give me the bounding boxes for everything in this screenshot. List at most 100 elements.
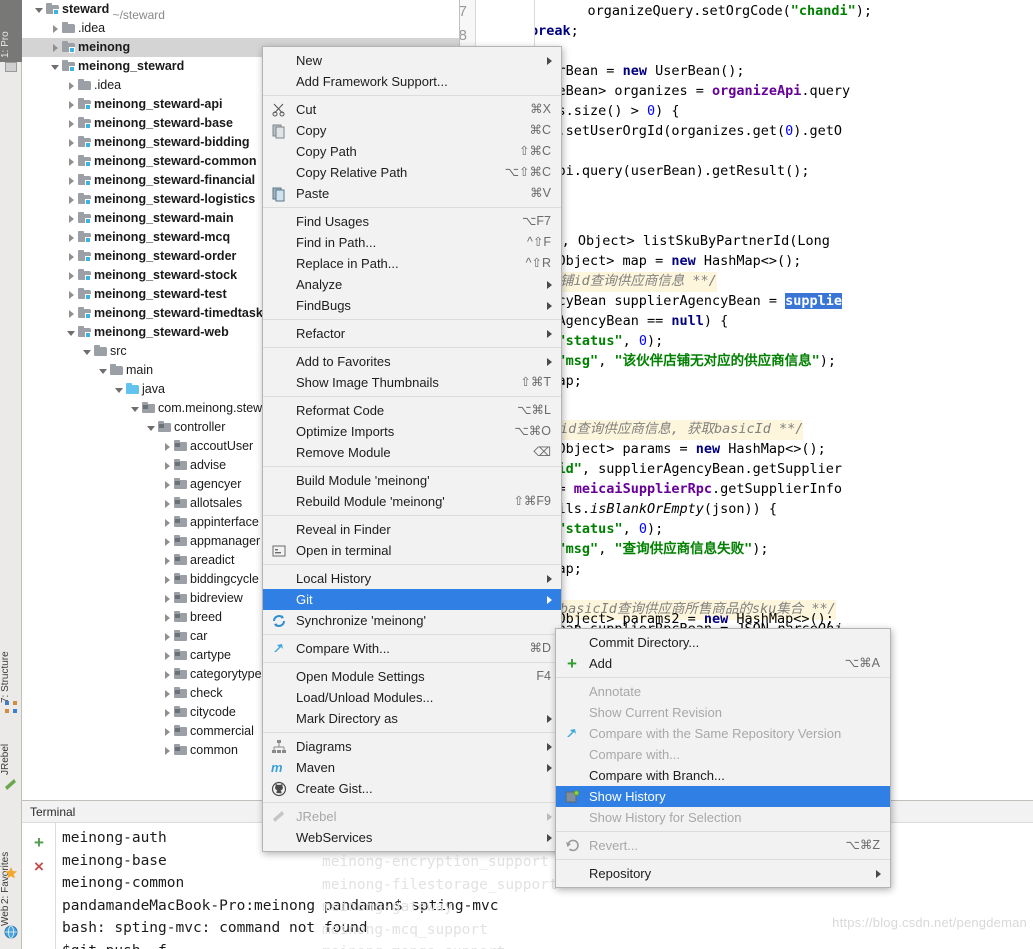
menu-item-show-history[interactable]: Show History bbox=[556, 786, 890, 807]
tree-expand-arrow[interactable] bbox=[66, 76, 77, 95]
menu-item-cut[interactable]: Cut ⌘X bbox=[263, 99, 561, 120]
tree-item--idea[interactable]: .idea bbox=[22, 19, 459, 38]
menu-item-find-in-path[interactable]: Find in Path... ^⇧F bbox=[263, 232, 561, 253]
tree-expand-arrow[interactable] bbox=[162, 437, 173, 456]
menu-item-add-framework-support[interactable]: Add Framework Support... bbox=[263, 71, 561, 92]
close-icon[interactable]: × bbox=[31, 858, 47, 875]
menu-item-remove-module[interactable]: Remove Module ⌫ bbox=[263, 442, 561, 463]
tree-expand-arrow[interactable] bbox=[66, 95, 77, 114]
menu-item-find-usages[interactable]: Find Usages ⌥F7 bbox=[263, 211, 561, 232]
menu-item-add[interactable]: + Add ⌥⌘A bbox=[556, 653, 890, 674]
menu-item-label: Build Module 'meinong' bbox=[296, 473, 430, 488]
menu-item-label: Analyze bbox=[296, 277, 343, 292]
menu-item-reveal-in-finder[interactable]: Reveal in Finder bbox=[263, 519, 561, 540]
menu-item-reformat-code[interactable]: Reformat Code ⌥⌘L bbox=[263, 400, 561, 421]
tree-expand-arrow[interactable] bbox=[162, 456, 173, 475]
tree-expand-arrow[interactable] bbox=[162, 684, 173, 703]
tree-expand-arrow[interactable] bbox=[162, 608, 173, 627]
menu-item-build-module-meinong[interactable]: Build Module 'meinong' bbox=[263, 470, 561, 491]
git-submenu[interactable]: Commit Directory... + Add ⌥⌘A Annotate Show C… bbox=[555, 628, 891, 888]
tree-item-label: check bbox=[190, 686, 223, 700]
menu-item-new[interactable]: New bbox=[263, 50, 561, 71]
tree-expand-arrow[interactable] bbox=[50, 38, 61, 57]
tree-expand-arrow[interactable] bbox=[66, 304, 77, 323]
structure-tool-button[interactable]: 7: Structure bbox=[0, 615, 22, 703]
tree-expand-arrow[interactable] bbox=[66, 266, 77, 285]
tree-expand-arrow[interactable] bbox=[98, 361, 109, 380]
tree-item-label: meinong_steward-api bbox=[94, 97, 223, 111]
tree-expand-arrow[interactable] bbox=[66, 228, 77, 247]
menu-item-webservices[interactable]: WebServices bbox=[263, 827, 561, 848]
tree-expand-arrow[interactable] bbox=[162, 475, 173, 494]
menu-item-open-module-settings[interactable]: Open Module Settings F4 bbox=[263, 666, 561, 687]
module-folder-icon bbox=[77, 114, 94, 133]
tree-expand-arrow[interactable] bbox=[114, 380, 125, 399]
tree-expand-arrow[interactable] bbox=[162, 741, 173, 760]
menu-item-local-history[interactable]: Local History bbox=[263, 568, 561, 589]
tree-expand-arrow[interactable] bbox=[34, 0, 45, 19]
menu-item-label: Create Gist... bbox=[296, 781, 373, 796]
menu-item-open-in-terminal[interactable]: Open in terminal bbox=[263, 540, 561, 561]
menu-item-copy[interactable]: Copy ⌘C bbox=[263, 120, 561, 141]
tool-window-icon[interactable] bbox=[5, 62, 17, 72]
menu-item-maven[interactable]: m Maven bbox=[263, 757, 561, 778]
tree-expand-arrow[interactable] bbox=[50, 19, 61, 38]
tree-item-steward[interactable]: steward ~/steward bbox=[22, 0, 459, 22]
tree-item-label: accoutUser bbox=[190, 439, 254, 453]
tree-expand-arrow[interactable] bbox=[162, 551, 173, 570]
jrebel-tool-button[interactable]: JRebel bbox=[0, 725, 22, 775]
menu-item-create-gist[interactable]: Create Gist... bbox=[263, 778, 561, 799]
menu-item-compare-with[interactable]: Compare With... ⌘D bbox=[263, 638, 561, 659]
tree-expand-arrow[interactable] bbox=[162, 627, 173, 646]
tree-expand-arrow[interactable] bbox=[162, 513, 173, 532]
menu-item-refactor[interactable]: Refactor bbox=[263, 323, 561, 344]
menu-item-findbugs[interactable]: FindBugs bbox=[263, 295, 561, 316]
tree-expand-arrow[interactable] bbox=[162, 665, 173, 684]
plus-icon[interactable]: + bbox=[31, 834, 47, 851]
tree-expand-arrow[interactable] bbox=[66, 152, 77, 171]
tree-expand-arrow[interactable] bbox=[162, 646, 173, 665]
tree-expand-arrow[interactable] bbox=[162, 589, 173, 608]
menu-item-analyze[interactable]: Analyze bbox=[263, 274, 561, 295]
project-tool-button[interactable]: 1: Pro bbox=[0, 2, 22, 58]
menu-item-mark-directory-as[interactable]: Mark Directory as bbox=[263, 708, 561, 729]
tree-expand-arrow[interactable] bbox=[66, 247, 77, 266]
tree-expand-arrow[interactable] bbox=[162, 532, 173, 551]
menu-item-show-image-thumbnails[interactable]: Show Image Thumbnails ⇧⌘T bbox=[263, 372, 561, 393]
menu-item-repository[interactable]: Repository bbox=[556, 863, 890, 884]
menu-item-rebuild-module-meinong[interactable]: Rebuild Module 'meinong' ⇧⌘F9 bbox=[263, 491, 561, 512]
tree-expand-arrow[interactable] bbox=[162, 570, 173, 589]
tree-expand-arrow[interactable] bbox=[66, 190, 77, 209]
tree-expand-arrow[interactable] bbox=[66, 133, 77, 152]
menu-item-replace-in-path[interactable]: Replace in Path... ^⇧R bbox=[263, 253, 561, 274]
tree-expand-arrow[interactable] bbox=[146, 418, 157, 437]
tree-expand-arrow[interactable] bbox=[130, 399, 141, 418]
tree-expand-arrow[interactable] bbox=[66, 114, 77, 133]
submenu-arrow-icon bbox=[547, 575, 552, 583]
tree-expand-arrow[interactable] bbox=[162, 494, 173, 513]
tree-expand-arrow[interactable] bbox=[66, 323, 77, 342]
menu-item-copy-relative-path[interactable]: Copy Relative Path ⌥⇧⌘C bbox=[263, 162, 561, 183]
tree-item-label: controller bbox=[174, 420, 226, 434]
menu-item-git[interactable]: Git bbox=[263, 589, 561, 610]
menu-item-commit-directory[interactable]: Commit Directory... bbox=[556, 632, 890, 653]
tree-expand-arrow[interactable] bbox=[66, 285, 77, 304]
menu-item-copy-path[interactable]: Copy Path ⇧⌘C bbox=[263, 141, 561, 162]
menu-item-diagrams[interactable]: Diagrams bbox=[263, 736, 561, 757]
tree-expand-arrow[interactable] bbox=[66, 171, 77, 190]
globe-icon bbox=[4, 925, 18, 939]
jrebel-icon bbox=[273, 811, 284, 822]
web-tool-button[interactable]: Web bbox=[0, 890, 22, 926]
tree-expand-arrow[interactable] bbox=[162, 703, 173, 722]
menu-item-load-unload-modules[interactable]: Load/Unload Modules... bbox=[263, 687, 561, 708]
menu-item-synchronize-meinong[interactable]: Synchronize 'meinong' bbox=[263, 610, 561, 631]
tree-expand-arrow[interactable] bbox=[162, 722, 173, 741]
project-context-menu[interactable]: New Add Framework Support... Cut ⌘X Copy ⌘C Co… bbox=[262, 46, 562, 852]
tree-expand-arrow[interactable] bbox=[82, 342, 93, 361]
tree-expand-arrow[interactable] bbox=[50, 57, 61, 76]
tree-expand-arrow[interactable] bbox=[66, 209, 77, 228]
menu-item-paste[interactable]: Paste ⌘V bbox=[263, 183, 561, 204]
menu-item-add-to-favorites[interactable]: Add to Favorites bbox=[263, 351, 561, 372]
menu-item-optimize-imports[interactable]: Optimize Imports ⌥⌘O bbox=[263, 421, 561, 442]
menu-item-compare-with-branch[interactable]: Compare with Branch... bbox=[556, 765, 890, 786]
